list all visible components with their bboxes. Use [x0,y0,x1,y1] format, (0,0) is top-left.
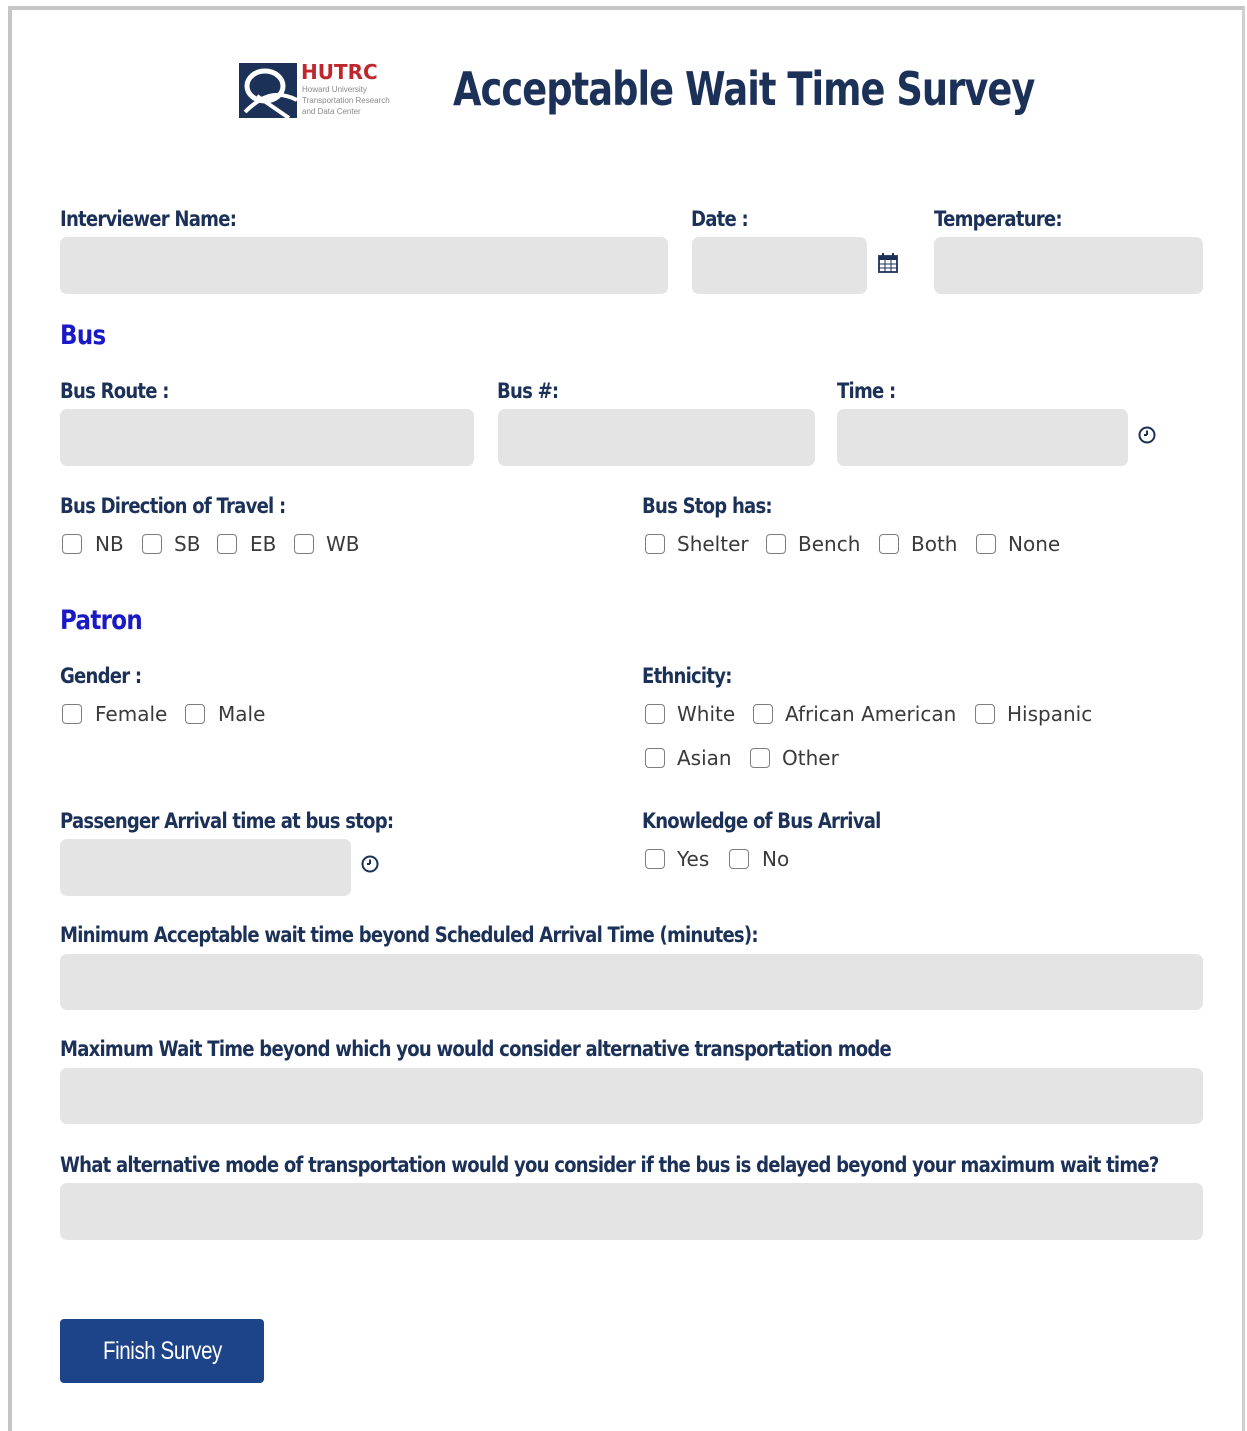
ethnicity-other-label: Other [782,746,839,770]
logo-subtitle-1: Howard University [302,85,367,94]
ethnicity-white-checkbox[interactable] [645,704,665,724]
clock-icon[interactable] [360,854,380,874]
bus-number-label: Bus #: [497,379,559,403]
arrival-time-input[interactable] [60,839,351,896]
ethnicity-other-checkbox[interactable] [750,748,770,768]
stop-none-checkbox[interactable] [976,534,996,554]
direction-sb-checkbox[interactable] [142,534,162,554]
direction-nb-checkbox[interactable] [62,534,82,554]
direction-label: Bus Direction of Travel : [60,494,286,518]
ethnicity-african-american-label: African American [785,702,957,726]
gender-female-checkbox[interactable] [62,704,82,724]
gender-female-label: Female [95,702,168,726]
date-label: Date : [691,207,749,231]
ethnicity-label: Ethnicity: [642,664,732,688]
max-wait-label: Maximum Wait Time beyond which you would… [60,1037,892,1061]
calendar-icon[interactable] [877,252,899,274]
max-wait-input[interactable] [60,1068,1203,1124]
knowledge-label: Knowledge of Bus Arrival [642,809,881,833]
stop-shelter-label: Shelter [677,532,749,556]
finish-survey-label: Finish Survey [102,1336,222,1365]
gender-male-checkbox[interactable] [185,704,205,724]
stop-bench-checkbox[interactable] [766,534,786,554]
stop-shelter-checkbox[interactable] [645,534,665,554]
direction-nb-label: NB [95,532,124,556]
ethnicity-hispanic-label: Hispanic [1007,702,1093,726]
stop-both-label: Both [911,532,958,556]
alt-mode-input[interactable] [60,1183,1203,1240]
hutrc-logo: HUTRC Howard University Transportation R… [237,58,390,122]
gender-label: Gender : [60,664,142,688]
bus-route-label: Bus Route : [60,379,169,403]
bus-route-input[interactable] [60,409,474,466]
gender-male-label: Male [218,702,266,726]
logo-emblem-icon [239,63,298,120]
bus-stop-has-label: Bus Stop has: [642,494,773,518]
time-label: Time : [837,379,896,403]
logo-subtitle-2: Transportation Research [302,96,390,105]
temperature-label: Temperature: [934,207,1063,231]
interviewer-name-input[interactable] [60,237,668,294]
clock-icon[interactable] [1137,425,1157,445]
date-input[interactable] [692,237,867,294]
knowledge-no-label: No [762,847,790,871]
ethnicity-white-label: White [677,702,736,726]
temperature-input[interactable] [934,237,1203,294]
direction-eb-checkbox[interactable] [217,534,237,554]
stop-both-checkbox[interactable] [879,534,899,554]
min-wait-input[interactable] [60,954,1203,1010]
logo-name: HUTRC [301,60,378,84]
knowledge-yes-label: Yes [677,847,710,871]
patron-section-heading: Patron [60,605,143,636]
direction-wb-checkbox[interactable] [294,534,314,554]
knowledge-no-checkbox[interactable] [729,849,749,869]
bus-section-heading: Bus [60,320,106,351]
arrival-time-label: Passenger Arrival time at bus stop: [60,809,394,833]
finish-survey-button[interactable]: Finish Survey [60,1319,264,1383]
interviewer-name-label: Interviewer Name: [60,207,237,231]
ethnicity-african-american-checkbox[interactable] [753,704,773,724]
direction-wb-label: WB [326,532,360,556]
knowledge-yes-checkbox[interactable] [645,849,665,869]
logo-subtitle-3: and Data Center [302,107,361,116]
stop-none-label: None [1008,532,1061,556]
ethnicity-hispanic-checkbox[interactable] [975,704,995,724]
alt-mode-label: What alternative mode of transportation … [60,1153,1159,1177]
page-title: Acceptable Wait Time Survey [453,62,1035,116]
ethnicity-asian-label: Asian [677,746,732,770]
ethnicity-asian-checkbox[interactable] [645,748,665,768]
direction-eb-label: EB [250,532,277,556]
min-wait-label: Minimum Acceptable wait time beyond Sche… [60,923,759,947]
time-input[interactable] [837,409,1128,466]
stop-bench-label: Bench [798,532,861,556]
bus-number-input[interactable] [498,409,815,466]
direction-sb-label: SB [174,532,201,556]
